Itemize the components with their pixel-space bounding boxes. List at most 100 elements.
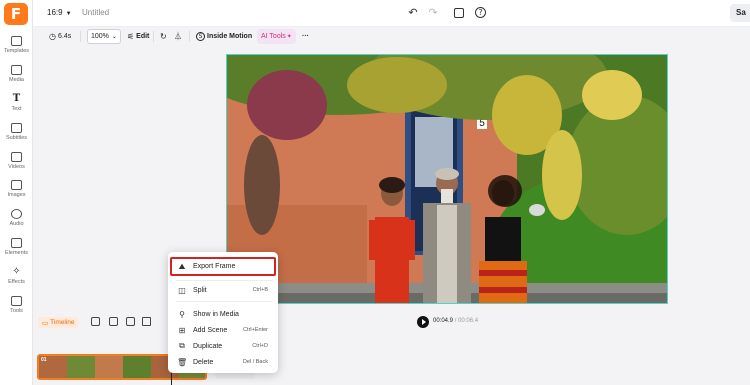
images-icon <box>11 180 22 190</box>
sidebar-item-audio[interactable]: Audio <box>0 207 33 235</box>
left-sidebar: F Templates Media T Text Subtitles Video… <box>0 0 33 385</box>
timeline-toggle[interactable]: ▭ Timeline <box>38 317 79 328</box>
help-icon[interactable]: ? <box>475 7 486 18</box>
menu-item-split[interactable]: ◫ Split Ctrl+B <box>172 283 274 297</box>
aspect-ratio-label: 16:9 <box>47 8 63 17</box>
duration-value: 6.4s <box>57 33 72 40</box>
top-bar: 16:9 ▼ Untitled ↶ ↷ ? Sa <box>33 0 750 27</box>
timeline-controls: ▭ Timeline 00:04.9 / 00:06.4 <box>33 312 750 332</box>
menu-item-export-frame[interactable]: ⛰ Export Frame <box>170 257 276 276</box>
menu-item-shortcut: Ctrl+Enter <box>243 327 268 333</box>
clip-thumbnail <box>67 356 95 378</box>
menu-divider <box>176 280 272 281</box>
zoom-dropdown[interactable]: 100% ⌄ <box>87 29 121 44</box>
sidebar-item-label: Text <box>11 106 22 112</box>
sidebar-item-label: Media <box>9 77 24 83</box>
app-logo[interactable]: F <box>4 3 28 25</box>
inside-motion-label: Inside Motion <box>207 33 253 40</box>
aspect-ratio-dropdown[interactable]: 16:9 ▼ <box>47 8 72 17</box>
video-canvas[interactable]: 5 <box>226 54 668 304</box>
sidebar-item-templates[interactable]: Templates <box>0 34 33 62</box>
sidebar-item-label: Elements <box>5 250 28 256</box>
inside-motion-button[interactable]: S Inside Motion <box>196 29 252 44</box>
context-menu: ⛰ Export Frame ◫ Split Ctrl+B ⚲ Show in … <box>168 252 278 373</box>
sidebar-item-text[interactable]: T Text <box>0 92 33 120</box>
split-icon[interactable] <box>109 317 118 326</box>
total-time: / 00:06.4 <box>454 318 479 324</box>
add-scene-icon: ⊞ <box>178 325 186 335</box>
menu-item-delete[interactable]: 🗑 Delete Del / Back <box>172 355 274 369</box>
text-icon: T <box>12 93 21 104</box>
menu-item-add-scene[interactable]: ⊞ Add Scene Ctrl+Enter <box>172 323 274 337</box>
sliders-icon: ⚟ <box>127 32 135 41</box>
menu-item-shortcut: Ctrl+D <box>252 343 268 349</box>
duplicate-icon[interactable] <box>126 317 135 326</box>
add-icon[interactable] <box>91 317 100 326</box>
sidebar-item-elements[interactable]: Elements <box>0 236 33 264</box>
clip-thumbnail <box>95 356 123 378</box>
menu-item-show-in-media[interactable]: ⚲ Show in Media <box>172 307 274 321</box>
redo-icon[interactable]: ↷ <box>427 7 439 19</box>
trash-icon: 🗑 <box>177 357 188 367</box>
sidebar-item-subtitles[interactable]: Subtitles <box>0 121 33 149</box>
ai-tools-button[interactable]: AI Tools ✦ <box>257 29 296 44</box>
audio-icon <box>11 209 22 219</box>
more-options-button[interactable]: ··· <box>302 29 309 44</box>
sidebar-item-media[interactable]: Media <box>0 63 33 91</box>
menu-item-label: Delete <box>193 358 214 366</box>
scene-image: 5 <box>227 55 667 303</box>
sidebar-item-label: Images <box>7 192 26 198</box>
elements-icon <box>11 238 22 248</box>
effects-icon: ✧ <box>12 266 21 277</box>
rotate-button[interactable]: ↻ <box>160 29 169 44</box>
ai-tools-label: AI Tools <box>261 33 286 40</box>
flip-button[interactable]: ⏃ <box>174 29 184 44</box>
undo-icon[interactable]: ↶ <box>407 7 419 19</box>
chevron-down-icon: ⌄ <box>111 34 117 40</box>
time-display: 00:04.9 / 00:06.4 <box>433 318 478 324</box>
sidebar-item-label: Subtitles <box>5 135 28 141</box>
clip-thumbnail <box>123 356 151 378</box>
clock-icon: ◷ <box>49 32 56 41</box>
export-frame-icon: ⛰ <box>178 261 186 271</box>
divider <box>80 31 81 42</box>
screenshot-icon[interactable] <box>454 8 464 18</box>
project-title[interactable]: Untitled <box>82 8 109 17</box>
play-button[interactable] <box>417 316 429 328</box>
menu-item-label: Export Frame <box>193 263 236 270</box>
divider <box>189 31 190 42</box>
sidebar-item-images[interactable]: Images <box>0 178 33 206</box>
menu-item-shortcut: Del / Back <box>242 359 268 365</box>
sparkle-icon: ✦ <box>286 34 292 40</box>
current-time: 00:04.9 <box>433 318 454 324</box>
duplicate-icon: ⧉ <box>179 341 185 350</box>
menu-item-label: Split <box>193 286 207 294</box>
menu-item-label: Add Scene <box>193 326 228 334</box>
split-icon: ◫ <box>178 285 186 295</box>
sidebar-item-label: Templates <box>3 48 30 54</box>
videos-icon <box>11 152 22 162</box>
sidebar-item-tools[interactable]: Tools <box>0 294 33 322</box>
menu-divider <box>176 301 272 302</box>
sidebar-item-effects[interactable]: ✧ Effects <box>0 265 33 293</box>
trash-icon[interactable] <box>142 317 151 326</box>
edit-button[interactable]: ⚟ Edit <box>127 29 149 44</box>
media-icon <box>11 65 22 75</box>
menu-item-label: Duplicate <box>193 342 223 350</box>
edit-label: Edit <box>136 33 150 40</box>
menu-item-shortcut: Ctrl+B <box>252 287 268 293</box>
timeline-track: 01 <box>33 337 750 385</box>
save-button[interactable]: Sa <box>730 4 750 22</box>
sidebar-item-label: Videos <box>8 164 25 170</box>
duration-button[interactable]: ◷ 6.4s <box>49 29 71 44</box>
zoom-value: 100% <box>91 33 109 40</box>
templates-icon <box>11 36 22 46</box>
timeline-icon: ▭ <box>42 319 49 327</box>
sidebar-item-videos[interactable]: Videos <box>0 150 33 178</box>
logo-letter: F <box>10 5 22 23</box>
menu-item-duplicate[interactable]: ⧉ Duplicate Ctrl+D <box>172 339 274 353</box>
rotate-icon: ↻ <box>160 32 167 41</box>
menu-item-label: Show in Media <box>193 310 239 318</box>
flip-icon: ⏃ <box>174 32 182 41</box>
sidebar-item-label: Audio <box>9 221 24 227</box>
